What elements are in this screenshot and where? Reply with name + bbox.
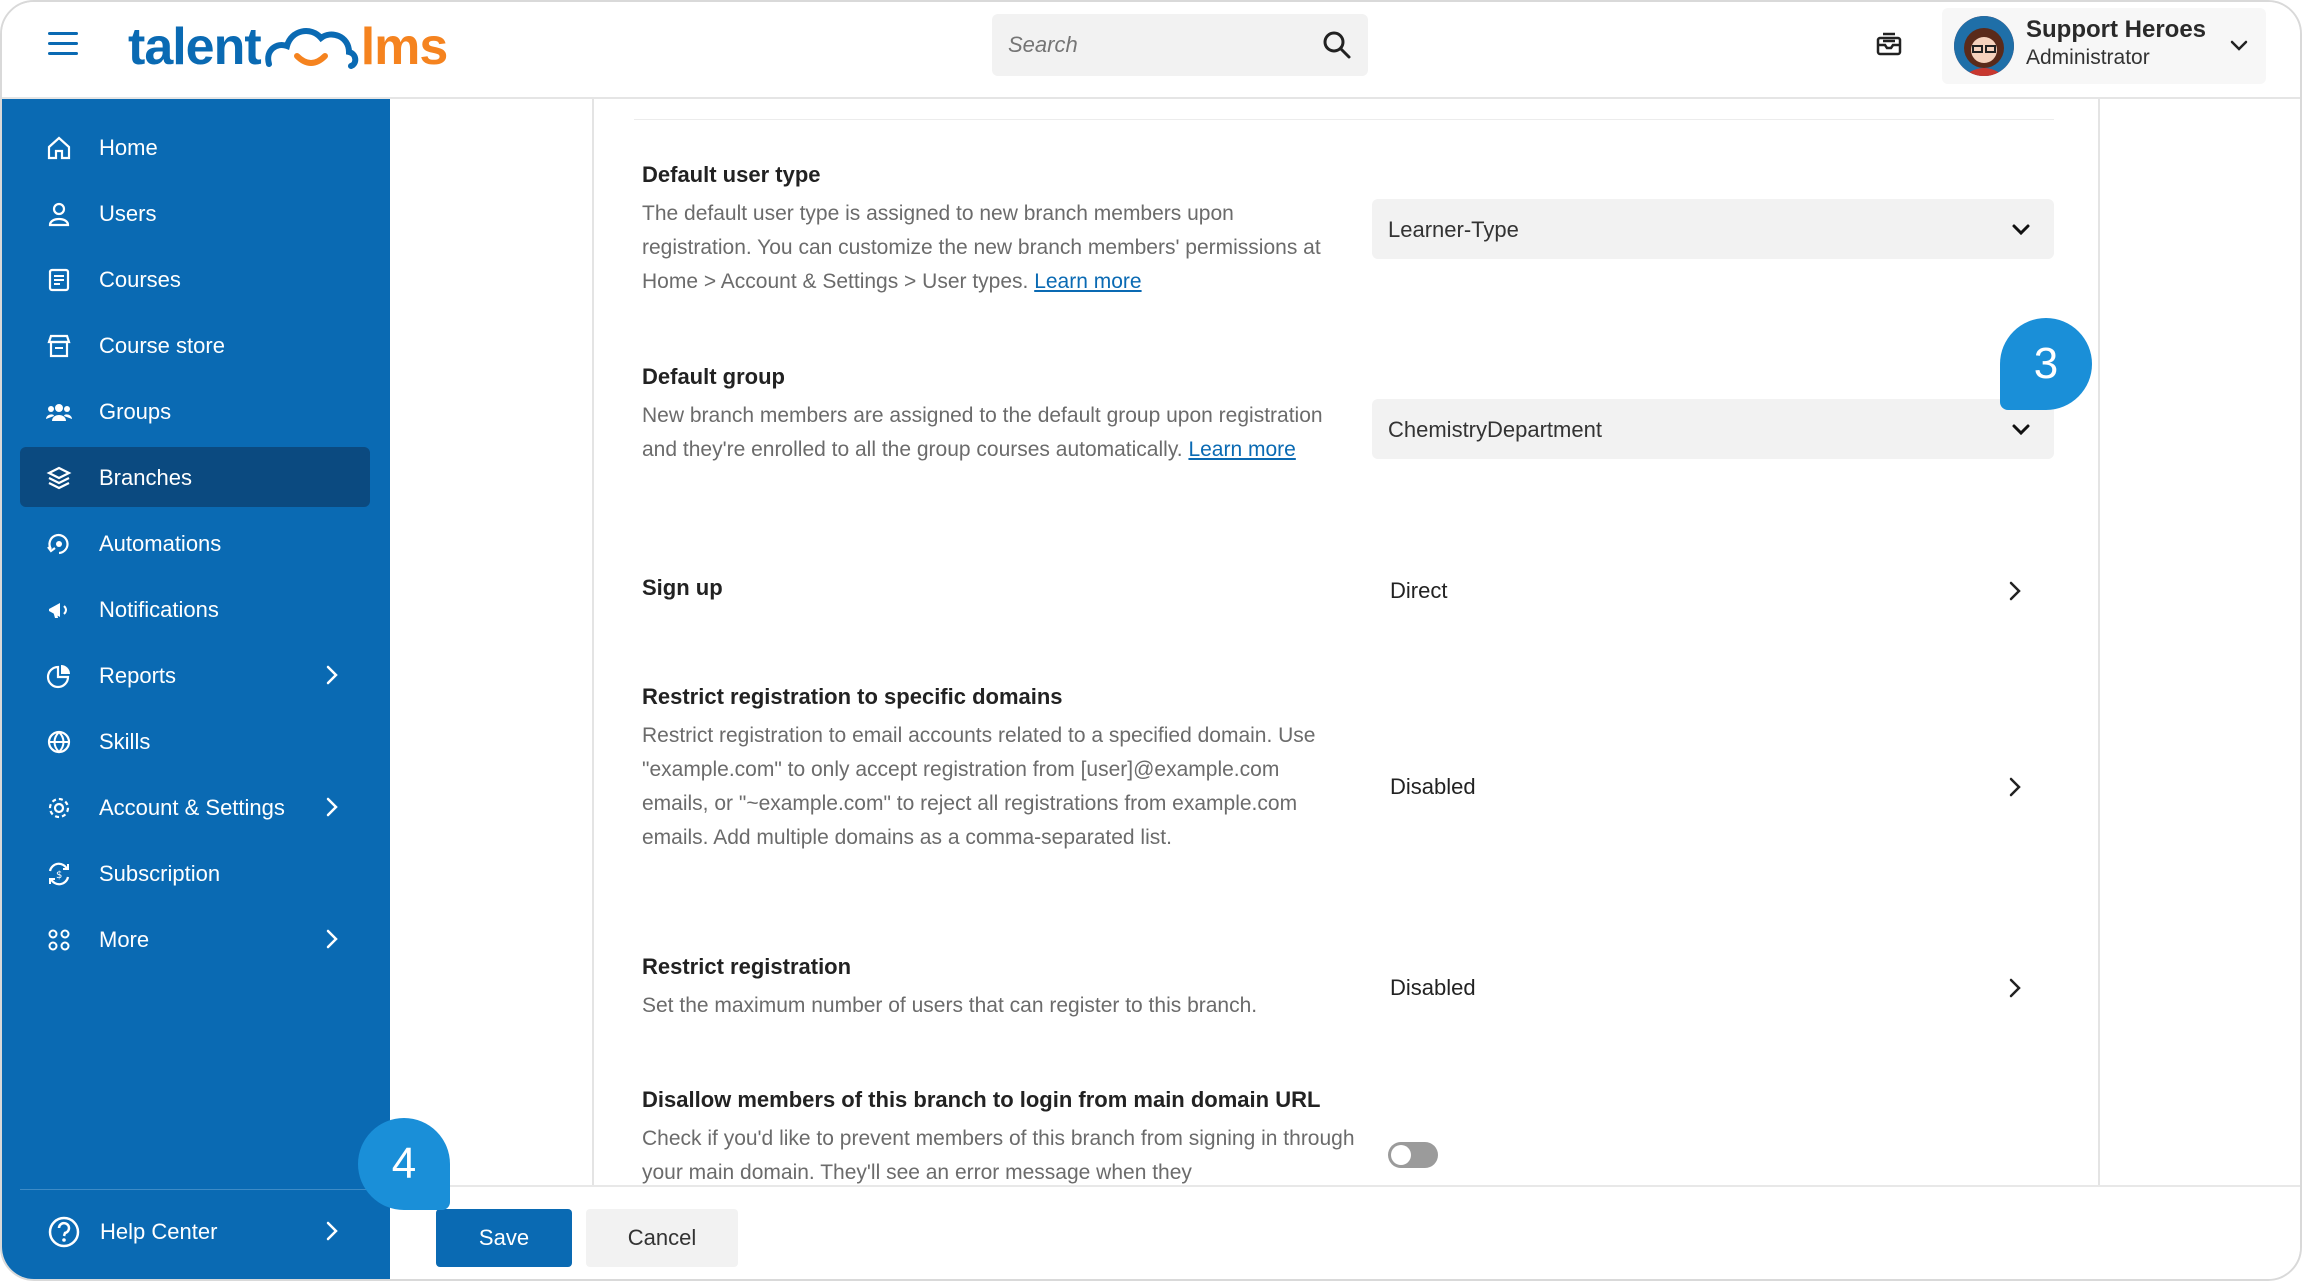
disallow-login-title: Disallow members of this branch to login… — [642, 1087, 1321, 1112]
sidebar-item-users[interactable]: Users — [20, 183, 370, 243]
sidebar-item-groups[interactable]: Groups — [20, 381, 370, 441]
default-group-description: New branch members are assigned to the d… — [642, 404, 1323, 461]
logo-text-talent: talent — [128, 18, 262, 76]
sidebar-item-more[interactable]: More — [20, 909, 370, 969]
sidebar-item-account-settings[interactable]: Account & Settings — [20, 777, 370, 837]
restrict-domains-value: Disabled — [1390, 774, 1476, 799]
avatar — [1954, 16, 2014, 76]
notifications-icon — [49, 603, 67, 618]
restrict-domains-setting[interactable]: Disabled — [1372, 762, 2054, 812]
svg-text:$: $ — [56, 870, 62, 881]
chevron-down-icon — [2012, 424, 2030, 436]
sidebar-item-branches[interactable]: Branches — [20, 447, 370, 507]
more-icon — [48, 929, 70, 951]
home-icon — [47, 136, 71, 160]
restrict-domains-title: Restrict registration to specific domain… — [642, 684, 1063, 709]
default-user-type-value: Learner-Type — [1388, 217, 1519, 242]
sidebar-item-subscription[interactable]: $ Subscription — [20, 843, 370, 903]
sidebar-item-course-store[interactable]: Course store — [20, 315, 370, 375]
search-input[interactable] — [1008, 32, 1308, 58]
learn-more-link[interactable]: Learn more — [1034, 270, 1141, 293]
restrict-registration-title: Restrict registration — [642, 954, 852, 979]
talentlms-logo[interactable]: talent lms — [128, 12, 449, 82]
app-window: talent lms Search Support Heroes Adminis… — [0, 0, 2302, 1281]
user-menu[interactable]: Support Heroes Administrator — [1942, 8, 2266, 84]
default-group-value: ChemistryDepartment — [1388, 417, 1602, 442]
step-4-callout: 4 — [358, 1118, 450, 1210]
default-user-type-select[interactable]: Learner-Type — [1372, 199, 2054, 259]
avatar-image — [1954, 16, 2014, 76]
sidebar-item-notifications[interactable]: Notifications — [20, 579, 370, 639]
logo-text-lms: lms — [360, 18, 449, 76]
save-button[interactable]: Save — [436, 1209, 572, 1267]
automations-icon — [47, 533, 69, 555]
user-icon — [48, 202, 70, 227]
sidebar-item-skills[interactable]: Skills — [20, 711, 370, 771]
chevron-right-icon — [2009, 978, 2021, 998]
chevron-right-icon — [2009, 581, 2021, 601]
chevron-right-icon — [326, 1221, 338, 1241]
default-user-type-description: The default user type is assigned to new… — [642, 202, 1321, 293]
subscription-icon: $ — [48, 862, 70, 886]
disallow-login-toggle[interactable] — [1388, 1142, 1438, 1168]
step-3-callout: 3 — [2000, 318, 2092, 410]
default-user-type-title: Default user type — [642, 162, 821, 187]
groups-icon — [46, 404, 72, 421]
search-icon[interactable] — [1322, 30, 1352, 60]
chevron-right-icon — [2009, 777, 2021, 797]
store-icon — [47, 334, 71, 358]
branch-settings-panel: Default user type The default user type … — [592, 99, 2100, 1187]
user-name: Support Heroes — [2026, 16, 2207, 43]
messages-icon[interactable] — [1874, 29, 1904, 59]
help-center-label: Help Center — [100, 1219, 218, 1244]
menu-icon[interactable] — [48, 32, 78, 58]
restrict-registration-value: Disabled — [1390, 975, 1476, 1000]
sidebar-item-reports[interactable]: Reports — [20, 645, 370, 705]
sidebar-item-home[interactable]: Home — [20, 117, 370, 177]
default-group-title: Default group — [642, 364, 785, 389]
sign-up-value: Direct — [1390, 578, 1448, 603]
restrict-registration-description: Set the maximum number of users that can… — [642, 994, 1258, 1017]
courses-icon — [48, 268, 70, 292]
search-box[interactable] — [992, 14, 1368, 76]
disallow-login-description: Check if you'd like to prevent members o… — [642, 1127, 1355, 1184]
sidebar-item-courses[interactable]: Courses — [20, 249, 370, 309]
cloud-smile-icon — [264, 28, 358, 69]
restrict-domains-description: Restrict registration to email accounts … — [642, 724, 1316, 849]
divider — [634, 119, 2054, 120]
restrict-registration-setting[interactable]: Disabled — [1372, 963, 2054, 1013]
cancel-button[interactable]: Cancel — [586, 1209, 738, 1267]
default-group-select[interactable]: ChemistryDepartment — [1372, 399, 2054, 459]
chevron-right-icon — [326, 665, 338, 685]
sign-up-setting[interactable]: Direct — [1372, 566, 2054, 616]
user-role: Administrator — [2026, 46, 2150, 69]
settings-icon — [48, 797, 70, 819]
branches-icon — [46, 466, 72, 490]
chevron-right-icon — [326, 797, 338, 817]
sidebar: Home Users Courses Course store Groups B… — [2, 99, 390, 1279]
chevron-down-icon — [2012, 224, 2030, 236]
chevron-down-icon[interactable] — [2228, 34, 2250, 56]
learn-more-link[interactable]: Learn more — [1188, 438, 1295, 461]
skills-icon — [47, 730, 71, 754]
chevron-right-icon — [326, 929, 338, 949]
help-icon — [48, 1216, 80, 1248]
sidebar-item-automations[interactable]: Automations — [20, 513, 370, 573]
sign-up-title: Sign up — [642, 575, 723, 600]
action-bar: Save Cancel — [390, 1185, 2300, 1279]
reports-icon — [46, 665, 70, 689]
help-center[interactable]: Help Center — [20, 1189, 370, 1269]
top-header: talent lms Search Support Heroes Adminis… — [2, 2, 2300, 99]
